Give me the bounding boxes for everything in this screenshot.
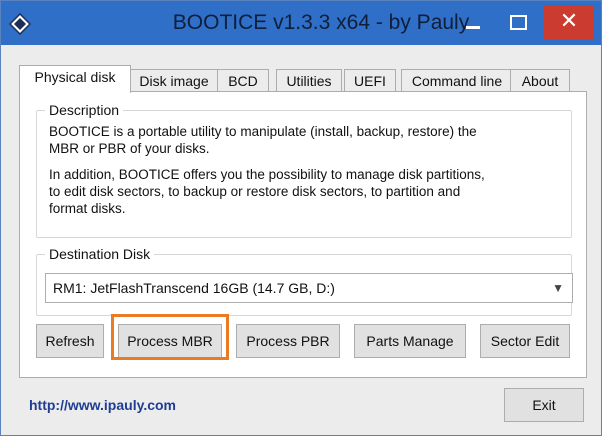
destination-disk-select[interactable]: RM1: JetFlashTranscend 16GB (14.7 GB, D:… <box>45 273 573 303</box>
description-line: format disks. <box>49 201 126 216</box>
app-icon <box>9 13 31 35</box>
process-pbr-button[interactable]: Process PBR <box>236 324 340 358</box>
close-icon: ✕ <box>559 9 579 34</box>
destination-disk-group: Destination Disk RM1: JetFlashTranscend … <box>36 245 573 316</box>
description-group: Description BOOTICE is a portable utilit… <box>36 101 572 238</box>
tab-physical-disk[interactable]: Physical disk <box>19 65 131 93</box>
description-label: Description <box>45 101 124 119</box>
tab-bcd[interactable]: BCD <box>217 69 269 92</box>
exit-button[interactable]: Exit <box>504 388 584 422</box>
website-link[interactable]: http://www.ipauly.com <box>29 397 176 413</box>
tab-about[interactable]: About <box>510 69 570 92</box>
physical-disk-panel: Description BOOTICE is a portable utilit… <box>19 91 587 378</box>
close-button[interactable]: ✕ <box>544 5 594 39</box>
tab-command-line[interactable]: Command line <box>401 69 513 92</box>
destination-disk-label: Destination Disk <box>45 245 155 263</box>
sector-edit-button[interactable]: Sector Edit <box>480 324 570 358</box>
refresh-button[interactable]: Refresh <box>36 324 104 358</box>
minimize-icon <box>466 25 480 29</box>
title-bar[interactable]: BOOTICE v1.3.3 x64 - by Pauly ✕ <box>1 1 601 45</box>
maximize-icon <box>509 14 527 30</box>
maximize-button[interactable] <box>498 5 538 39</box>
minimize-button[interactable] <box>453 5 493 39</box>
chevron-down-icon[interactable]: ▼ <box>552 274 564 302</box>
description-line: BOOTICE is a portable utility to manipul… <box>49 124 477 139</box>
description-line: to edit disk sectors, to backup or resto… <box>49 184 461 199</box>
tab-disk-image[interactable]: Disk image <box>128 69 220 92</box>
process-mbr-highlight <box>111 314 229 360</box>
destination-disk-value: RM1: JetFlashTranscend 16GB (14.7 GB, D:… <box>53 280 335 296</box>
description-line: In addition, BOOTICE offers you the poss… <box>49 167 485 182</box>
description-line: MBR or PBR of your disks. <box>49 141 210 156</box>
tab-uefi[interactable]: UEFI <box>344 69 396 92</box>
tab-utilities[interactable]: Utilities <box>276 69 342 92</box>
window-title: BOOTICE v1.3.3 x64 - by Pauly <box>172 11 470 34</box>
parts-manage-button[interactable]: Parts Manage <box>354 324 466 358</box>
bootice-window: BOOTICE v1.3.3 x64 - by Pauly ✕ Physical… <box>0 0 602 436</box>
